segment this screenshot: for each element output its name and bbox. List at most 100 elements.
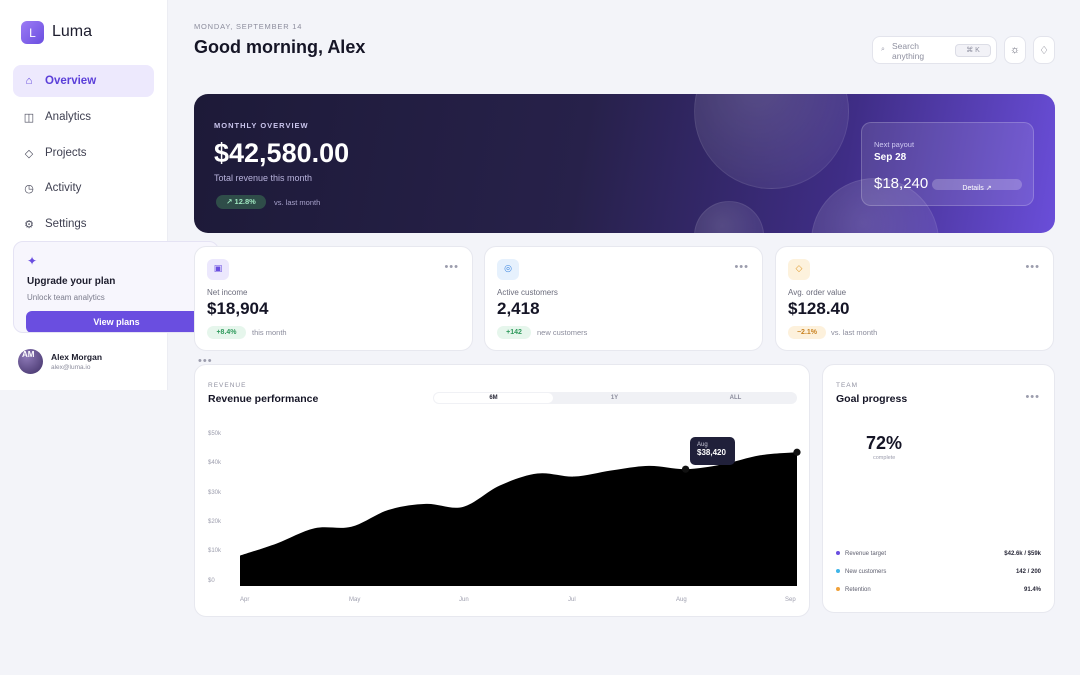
x-tick-label: Aug [676, 597, 687, 603]
stat-value: 2,418 [497, 299, 540, 318]
date-label: MONDAY, SEPTEMBER 14 [194, 22, 303, 31]
x-tick-label: Jun [459, 597, 469, 603]
x-tick-label: Sep [785, 597, 796, 603]
payout-date: Sep 28 [874, 152, 907, 163]
user-email: alex@luma.io [51, 364, 91, 371]
payout-amount: $18,240 [874, 175, 929, 192]
diamond-icon: ◇ [24, 147, 34, 160]
stat-card-net-income: ▣ ••• Net income $18,904 +8.4% this mont… [194, 246, 473, 351]
sidebar-item-label: Projects [45, 147, 87, 159]
stat-label: Avg. order value [788, 288, 847, 297]
stat-label: Net income [207, 288, 248, 297]
stat-change-badge: +8.4% [207, 326, 246, 339]
search-icon: ⌕ [881, 46, 885, 53]
goal-item-value: 91.4% [1023, 587, 1041, 593]
revenue-change-badge: ↗ 12.8% [216, 195, 266, 209]
stat-change-badge: +142 [497, 326, 531, 339]
sidebar-item-analytics[interactable]: ◫ Analytics [13, 101, 154, 133]
stat-value: $18,904 [207, 299, 269, 318]
more-options-icon[interactable]: ••• [198, 355, 213, 367]
tooltip-value: $38,420 [697, 448, 726, 457]
decorative-bubble [694, 201, 764, 233]
payout-label: Next payout [874, 140, 915, 149]
stat-change-badge: −2.1% [788, 326, 826, 339]
sidebar-item-settings[interactable]: ⚙ Settings [13, 208, 154, 240]
highlight-point[interactable] [682, 465, 690, 473]
more-options-icon[interactable]: ••• [444, 261, 459, 273]
upgrade-card: ✦ Upgrade your plan Unlock team analytic… [13, 241, 219, 333]
gear-icon: ⚙ [24, 218, 34, 231]
logo-icon: L [21, 21, 44, 44]
more-options-icon[interactable]: ••• [734, 261, 749, 273]
revenue-change-note: vs. last month [274, 198, 321, 207]
legend-dot [836, 569, 840, 574]
goal-item-retention: Retention 91.4% [836, 587, 1041, 597]
stat-note: this month [252, 328, 287, 337]
overview-label: MONTHLY OVERVIEW [214, 121, 309, 130]
end-point[interactable] [793, 448, 801, 456]
goal-section-label: TEAM [836, 382, 859, 389]
total-revenue-caption: Total revenue this month [214, 173, 313, 183]
search-input[interactable]: ⌕ Search anything ⌘ K [872, 36, 997, 64]
goal-item-label: New customers [845, 569, 887, 575]
user-name: Alex Morgan [51, 352, 103, 362]
legend-dot [836, 551, 840, 556]
sidebar-item-activity[interactable]: ◷ Activity [13, 172, 154, 204]
stat-note: new customers [537, 328, 588, 337]
goal-item-label: Revenue target [845, 551, 887, 557]
sun-icon: ☼ [1009, 44, 1021, 56]
sidebar-item-overview[interactable]: ⌂ Overview [13, 65, 154, 97]
goal-item-value: $42.6k / $59k [1004, 551, 1041, 557]
bell-icon: ♢ [1039, 44, 1049, 57]
legend-dot [836, 587, 840, 592]
home-icon: ⌂ [25, 75, 33, 87]
revenue-area-chart [240, 448, 801, 586]
shortcut-hint: ⌘ K [955, 44, 991, 57]
sidebar-item-label: Overview [45, 75, 97, 87]
brand-name: Luma [52, 23, 93, 40]
clock-icon: ◷ [24, 182, 34, 195]
next-payout-card: Next payout Sep 28 $18,240 Details ↗ [861, 122, 1034, 206]
upgrade-title: Upgrade your plan [27, 276, 116, 287]
goal-percent-caption: complete [873, 455, 896, 461]
x-tick-label: Jul [568, 597, 576, 603]
goal-title: Goal progress [836, 393, 908, 405]
sparkle-icon: ✦ [27, 254, 38, 268]
monthly-overview-banner: MONTHLY OVERVIEW $42,580.00 Total revenu… [194, 94, 1055, 233]
upgrade-subtitle: Unlock team analytics [27, 293, 105, 302]
goal-item-value: 142 / 200 [1015, 569, 1041, 575]
revenue-performance-card: REVENUE Revenue performance 6M 1Y ALL $5… [194, 364, 810, 617]
sidebar-item-label: Activity [45, 182, 82, 194]
goal-progress-card: TEAM Goal progress ••• 72% complete Reve… [822, 364, 1055, 613]
more-options-icon[interactable]: ••• [1025, 261, 1040, 273]
revenue-area [240, 452, 797, 586]
goal-item-revenue-target: Revenue target $42.6k / $59k [836, 551, 1041, 561]
goal-percent: 72% [866, 433, 903, 453]
users-icon: ◎ [497, 259, 519, 280]
stat-card-avg-order-value: ◇ ••• Avg. order value $128.40 −2.1% vs.… [775, 246, 1054, 351]
chart-tooltip: Aug $38,420 [690, 437, 735, 465]
page-title: Good morning, Alex [194, 37, 366, 57]
goal-item-label: Retention [845, 587, 871, 593]
x-tick-label: Apr [240, 597, 250, 603]
stat-label: Active customers [497, 288, 558, 297]
goal-item-new-customers: New customers 142 / 200 [836, 569, 1041, 579]
decorative-bubble [694, 94, 849, 189]
tag-icon: ◇ [788, 259, 810, 280]
view-plans-button[interactable]: View plans [26, 311, 207, 332]
total-revenue-value: $42,580.00 [214, 138, 350, 168]
wallet-icon: ▣ [207, 259, 229, 280]
payout-details-button[interactable]: Details ↗ [932, 179, 1022, 192]
sidebar-item-projects[interactable]: ◇ Projects [13, 137, 154, 169]
sidebar-item-label: Analytics [45, 111, 92, 123]
search-placeholder: Search anything [892, 41, 925, 61]
avatar[interactable]: AM [18, 349, 43, 374]
notifications-button[interactable]: ♢ [1033, 36, 1055, 64]
stat-card-active-customers: ◎ ••• Active customers 2,418 +142 new cu… [484, 246, 763, 351]
more-options-icon[interactable]: ••• [1025, 391, 1040, 403]
x-tick-label: May [349, 597, 361, 603]
theme-toggle-button[interactable]: ☼ [1004, 36, 1026, 64]
stat-value: $128.40 [788, 299, 850, 318]
sidebar-item-label: Settings [45, 218, 87, 230]
columns-icon: ◫ [23, 111, 35, 124]
